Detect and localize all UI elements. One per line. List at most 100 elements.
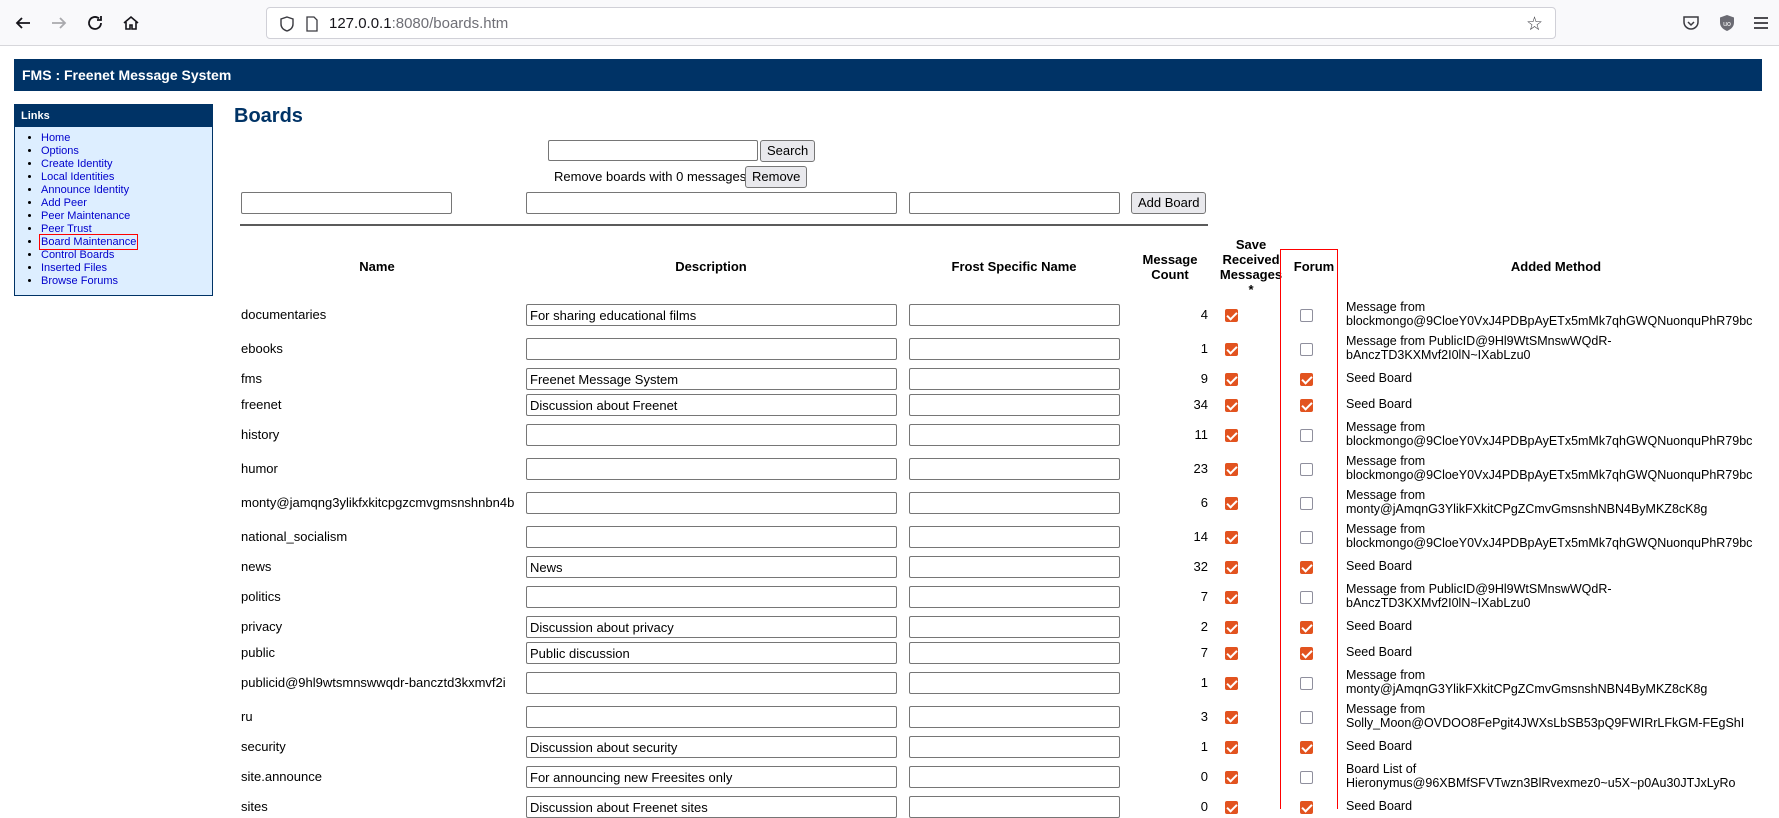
shield-icon[interactable]: [279, 16, 295, 37]
board-frost-name-input[interactable]: [909, 766, 1120, 788]
forum-checkbox[interactable]: [1300, 399, 1313, 412]
search-input[interactable]: [548, 140, 758, 161]
add-board-button[interactable]: Add Board: [1131, 192, 1207, 214]
board-frost-name-input[interactable]: [909, 556, 1120, 578]
link-control-boards[interactable]: Control Boards: [41, 249, 114, 261]
save-received-checkbox[interactable]: [1225, 621, 1238, 634]
board-description-input[interactable]: Freenet Message System: [526, 368, 897, 390]
save-received-checkbox[interactable]: [1225, 771, 1238, 784]
link-peer-maintenance[interactable]: Peer Maintenance: [41, 210, 130, 222]
save-received-checkbox[interactable]: [1225, 677, 1238, 690]
ublock-origin-icon[interactable]: uo: [1716, 12, 1738, 34]
board-description-input[interactable]: [526, 338, 897, 360]
board-frost-name-input[interactable]: [909, 424, 1120, 446]
reload-icon[interactable]: [82, 10, 108, 36]
new-board-name-input[interactable]: [241, 192, 452, 214]
board-frost-name-input[interactable]: [909, 368, 1120, 390]
board-description-input[interactable]: For sharing educational films: [526, 304, 897, 326]
forum-checkbox[interactable]: [1300, 677, 1313, 690]
new-board-description-input[interactable]: [526, 192, 897, 214]
board-frost-name-input[interactable]: [909, 616, 1120, 638]
forum-checkbox[interactable]: [1300, 497, 1313, 510]
link-home[interactable]: Home: [41, 132, 70, 144]
new-board-frost-name-input[interactable]: [909, 192, 1120, 214]
save-received-checkbox[interactable]: [1225, 373, 1238, 386]
forward-arrow-icon[interactable]: [46, 10, 72, 36]
forum-checkbox[interactable]: [1300, 561, 1313, 574]
save-received-checkbox[interactable]: [1225, 399, 1238, 412]
forum-checkbox[interactable]: [1300, 429, 1313, 442]
board-frost-name-input[interactable]: [909, 586, 1120, 608]
board-description-input[interactable]: [526, 526, 897, 548]
remove-button[interactable]: Remove: [745, 166, 808, 188]
board-frost-name-input[interactable]: [909, 492, 1120, 514]
board-description-input[interactable]: Discussion about Freenet: [526, 394, 897, 416]
forum-checkbox[interactable]: [1300, 621, 1313, 634]
board-description-input[interactable]: Discussion about Freenet sites: [526, 796, 897, 818]
board-description-input[interactable]: [526, 424, 897, 446]
board-frost-name-input[interactable]: [909, 394, 1120, 416]
back-arrow-icon[interactable]: [10, 10, 36, 36]
forum-checkbox[interactable]: [1300, 801, 1313, 814]
menu-hamburger-icon[interactable]: [1750, 12, 1772, 34]
forum-checkbox[interactable]: [1300, 463, 1313, 476]
board-description-input[interactable]: For announcing new Freesites only: [526, 766, 897, 788]
board-frost-name-input[interactable]: [909, 304, 1120, 326]
board-frost-name-input[interactable]: [909, 706, 1120, 728]
link-inserted-files[interactable]: Inserted Files: [41, 262, 107, 274]
forum-checkbox[interactable]: [1300, 711, 1313, 724]
board-description-input[interactable]: Discussion about privacy: [526, 616, 897, 638]
added-method: Message from blockmongo@9CloeY0VxJ4PDBpAy…: [1346, 300, 1752, 328]
link-add-peer[interactable]: Add Peer: [41, 197, 87, 209]
board-description-input[interactable]: News: [526, 556, 897, 578]
search-button[interactable]: Search: [760, 140, 816, 162]
board-frost-name-input[interactable]: [909, 338, 1120, 360]
link-announce-identity[interactable]: Announce Identity: [41, 184, 129, 196]
link-options[interactable]: Options: [41, 145, 79, 157]
save-received-checkbox[interactable]: [1225, 647, 1238, 660]
forum-checkbox[interactable]: [1300, 373, 1313, 386]
save-received-checkbox[interactable]: [1225, 591, 1238, 604]
board-description-input[interactable]: [526, 672, 897, 694]
save-received-checkbox[interactable]: [1225, 801, 1238, 814]
page-icon[interactable]: [305, 16, 319, 37]
pocket-icon[interactable]: [1680, 12, 1702, 34]
board-description-input[interactable]: Public discussion: [526, 642, 897, 664]
forum-checkbox[interactable]: [1300, 309, 1313, 322]
forum-checkbox[interactable]: [1300, 591, 1313, 604]
board-frost-name-input[interactable]: [909, 736, 1120, 758]
save-received-checkbox[interactable]: [1225, 561, 1238, 574]
save-received-checkbox[interactable]: [1225, 429, 1238, 442]
board-description-input[interactable]: [526, 706, 897, 728]
board-frost-name-input[interactable]: [909, 796, 1120, 818]
board-description-input[interactable]: [526, 492, 897, 514]
board-frost-name-input[interactable]: [909, 672, 1120, 694]
address-bar[interactable]: 127.0.0.1:8080/boards.htm ☆: [266, 7, 1556, 39]
link-local-identities[interactable]: Local Identities: [41, 171, 114, 183]
url-text[interactable]: 127.0.0.1:8080/boards.htm: [329, 15, 508, 32]
link-board-maintenance[interactable]: Board Maintenance: [38, 234, 139, 250]
board-frost-name-input[interactable]: [909, 526, 1120, 548]
bookmark-star-icon[interactable]: ☆: [1526, 13, 1543, 36]
forum-checkbox[interactable]: [1300, 741, 1313, 754]
home-icon[interactable]: [118, 10, 144, 36]
link-peer-trust[interactable]: Peer Trust: [41, 223, 92, 235]
save-received-checkbox[interactable]: [1225, 309, 1238, 322]
board-description-input[interactable]: Discussion about security: [526, 736, 897, 758]
forum-checkbox[interactable]: [1300, 343, 1313, 356]
board-description-input[interactable]: [526, 458, 897, 480]
forum-checkbox[interactable]: [1300, 647, 1313, 660]
save-received-checkbox[interactable]: [1225, 531, 1238, 544]
link-browse-forums[interactable]: Browse Forums: [41, 275, 118, 287]
save-received-checkbox[interactable]: [1225, 741, 1238, 754]
forum-checkbox[interactable]: [1300, 771, 1313, 784]
save-received-checkbox[interactable]: [1225, 343, 1238, 356]
link-create-identity[interactable]: Create Identity: [41, 158, 113, 170]
save-received-checkbox[interactable]: [1225, 463, 1238, 476]
board-frost-name-input[interactable]: [909, 642, 1120, 664]
save-received-checkbox[interactable]: [1225, 497, 1238, 510]
save-received-checkbox[interactable]: [1225, 711, 1238, 724]
board-description-input[interactable]: [526, 586, 897, 608]
board-frost-name-input[interactable]: [909, 458, 1120, 480]
forum-checkbox[interactable]: [1300, 531, 1313, 544]
